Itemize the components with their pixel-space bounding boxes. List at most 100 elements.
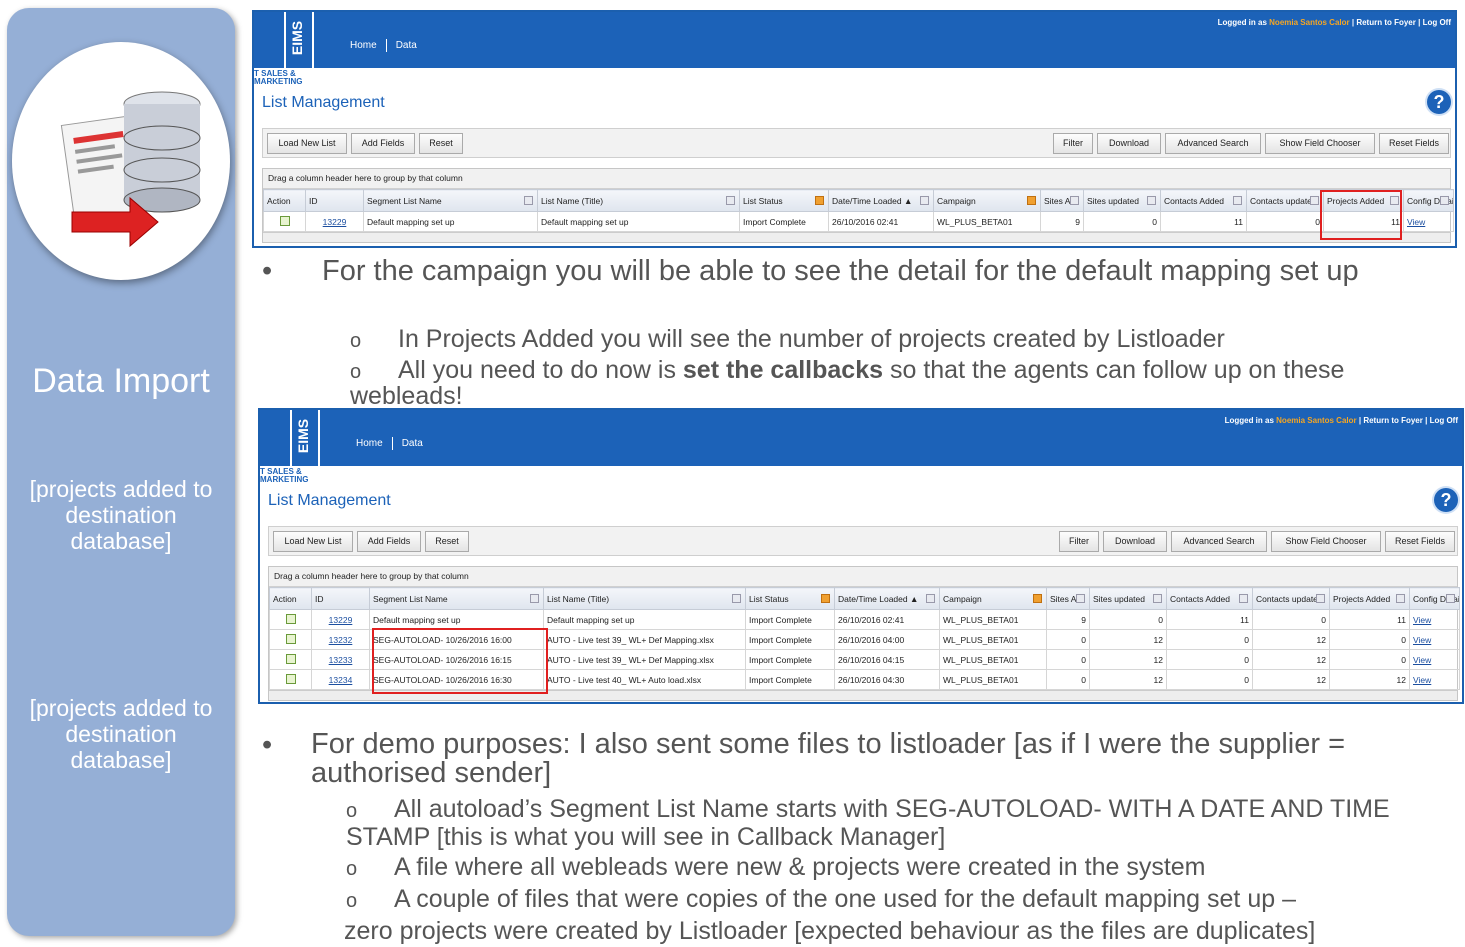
load-new-list-button[interactable]: Load New List [267, 133, 347, 154]
column-header-id-col[interactable]: ID [311, 587, 370, 610]
id-link[interactable]: 13234 [329, 675, 353, 685]
show-field-chooser-button[interactable]: Show Field Chooser [1265, 133, 1375, 154]
table-row[interactable]: 13229 Default mapping set up Default mappi… [263, 211, 1454, 232]
column-header-campaign-col[interactable]: Campaign [939, 587, 1047, 610]
column-header-config-col[interactable]: Config Detai [1409, 587, 1460, 610]
edit-icon[interactable] [285, 613, 296, 624]
filter-icon[interactable] [815, 196, 824, 205]
filter-icon[interactable] [1239, 594, 1248, 603]
tagline: T SALES & MARKETING [260, 468, 308, 484]
edit-icon[interactable] [285, 673, 296, 684]
column-header-id-col[interactable]: ID [305, 189, 364, 212]
edit-icon[interactable] [285, 633, 296, 644]
column-header-contacts-updated-col[interactable]: Contacts update [1246, 189, 1324, 212]
horizontal-scrollbar[interactable] [263, 232, 1450, 242]
help-icon[interactable]: ? [1434, 488, 1458, 512]
column-header-sites-added-col[interactable]: Sites Adi [1046, 587, 1090, 610]
filter-icon[interactable] [524, 196, 533, 205]
sub-text: All you need to do now is [398, 356, 683, 384]
return-to-foyer-link[interactable]: Return to Foyer [1356, 18, 1416, 27]
filter-icon[interactable] [1070, 196, 1079, 205]
advanced-search-button[interactable]: Advanced Search [1165, 133, 1261, 154]
campaign-cell: WL_PLUS_BETA01 [939, 669, 1047, 690]
column-header-segment-col[interactable]: Segment List Name [363, 189, 538, 212]
column-header-projects-added-col[interactable]: Projects Added [1329, 587, 1410, 610]
column-header-title-col[interactable]: List Name (Title) [543, 587, 746, 610]
column-header-segment-col[interactable]: Segment List Name [369, 587, 544, 610]
filter-icon[interactable] [1147, 196, 1156, 205]
reset-button[interactable]: Reset [419, 133, 463, 154]
filter-button[interactable]: Filter [1059, 531, 1099, 552]
column-header-contacts-added-col[interactable]: Contacts Added [1166, 587, 1253, 610]
reset-button[interactable]: Reset [425, 531, 469, 552]
filter-button[interactable]: Filter [1053, 133, 1093, 154]
filter-icon[interactable] [1076, 594, 1085, 603]
column-header-status-col[interactable]: List Status [739, 189, 829, 212]
id-link[interactable]: 13229 [329, 615, 353, 625]
filter-icon[interactable] [1316, 594, 1325, 603]
view-link[interactable]: View [1413, 635, 1431, 645]
filter-icon[interactable] [1440, 196, 1449, 205]
nav-data[interactable]: Data [396, 40, 417, 51]
table-row[interactable]: 13229 Default mapping set up Default mappi… [269, 609, 1460, 630]
view-link[interactable]: View [1413, 615, 1431, 625]
id-link[interactable]: 13233 [329, 655, 353, 665]
group-by-hint: Drag a column header here to group by th… [269, 567, 1457, 587]
view-link[interactable]: View [1413, 675, 1431, 685]
load-new-list-button[interactable]: Load New List [273, 531, 353, 552]
column-header-sites-updated-col[interactable]: Sites updated [1083, 189, 1161, 212]
id-link[interactable]: 13229 [323, 217, 347, 227]
column-header-contacts-added-col[interactable]: Contacts Added [1160, 189, 1247, 212]
note-line: database] [70, 747, 172, 773]
return-to-foyer-link[interactable]: Return to Foyer [1363, 416, 1423, 425]
filter-icon[interactable] [1396, 594, 1405, 603]
edit-icon[interactable] [285, 653, 296, 664]
toolbar: Load New List Add Fields Reset Filter Do… [262, 128, 1451, 158]
download-button[interactable]: Download [1097, 133, 1161, 154]
column-header-sites-updated-col[interactable]: Sites updated [1089, 587, 1167, 610]
column-header-config-col[interactable]: Config Detai [1403, 189, 1454, 212]
reset-fields-button[interactable]: Reset Fields [1379, 133, 1449, 154]
filter-icon[interactable] [530, 594, 539, 603]
filter-icon[interactable] [1310, 196, 1319, 205]
show-field-chooser-button[interactable]: Show Field Chooser [1271, 531, 1381, 552]
column-header-campaign-col[interactable]: Campaign [933, 189, 1041, 212]
view-link[interactable]: View [1407, 217, 1425, 227]
filter-icon[interactable] [732, 594, 741, 603]
view-link[interactable]: View [1413, 655, 1431, 665]
log-off-link[interactable]: Log Off [1423, 18, 1451, 27]
filter-icon[interactable] [926, 594, 935, 603]
nav-data[interactable]: Data [402, 438, 423, 449]
id-cell: 13233 [311, 649, 370, 670]
help-icon[interactable]: ? [1427, 90, 1451, 114]
column-header-title-col[interactable]: List Name (Title) [537, 189, 740, 212]
column-header-action-col[interactable]: Action [269, 587, 312, 610]
column-header-contacts-updated-col[interactable]: Contacts update [1252, 587, 1330, 610]
filter-icon[interactable] [1033, 594, 1042, 603]
filter-icon[interactable] [1446, 594, 1455, 603]
column-header-loaded-col[interactable]: Date/Time Loaded ▲ [828, 189, 934, 212]
column-header-sites-added-col[interactable]: Sites Adi [1040, 189, 1084, 212]
nav-home[interactable]: Home [350, 40, 377, 51]
add-fields-button[interactable]: Add Fields [351, 133, 415, 154]
filter-icon[interactable] [726, 196, 735, 205]
filter-icon[interactable] [1233, 196, 1242, 205]
nav-home[interactable]: Home [356, 438, 383, 449]
status-cell: Import Complete [745, 669, 835, 690]
id-link[interactable]: 13232 [329, 635, 353, 645]
filter-icon[interactable] [920, 196, 929, 205]
filter-icon[interactable] [1027, 196, 1036, 205]
sites-added-cell: 9 [1040, 211, 1084, 232]
column-header-loaded-col[interactable]: Date/Time Loaded ▲ [834, 587, 940, 610]
download-button[interactable]: Download [1103, 531, 1167, 552]
advanced-search-button[interactable]: Advanced Search [1171, 531, 1267, 552]
edit-icon[interactable] [279, 215, 290, 226]
filter-icon[interactable] [1153, 594, 1162, 603]
add-fields-button[interactable]: Add Fields [357, 531, 421, 552]
filter-icon[interactable] [821, 594, 830, 603]
column-header-status-col[interactable]: List Status [745, 587, 835, 610]
column-header-action-col[interactable]: Action [263, 189, 306, 212]
log-off-link[interactable]: Log Off [1430, 416, 1458, 425]
campaign-cell: WL_PLUS_BETA01 [933, 211, 1041, 232]
reset-fields-button[interactable]: Reset Fields [1385, 531, 1455, 552]
